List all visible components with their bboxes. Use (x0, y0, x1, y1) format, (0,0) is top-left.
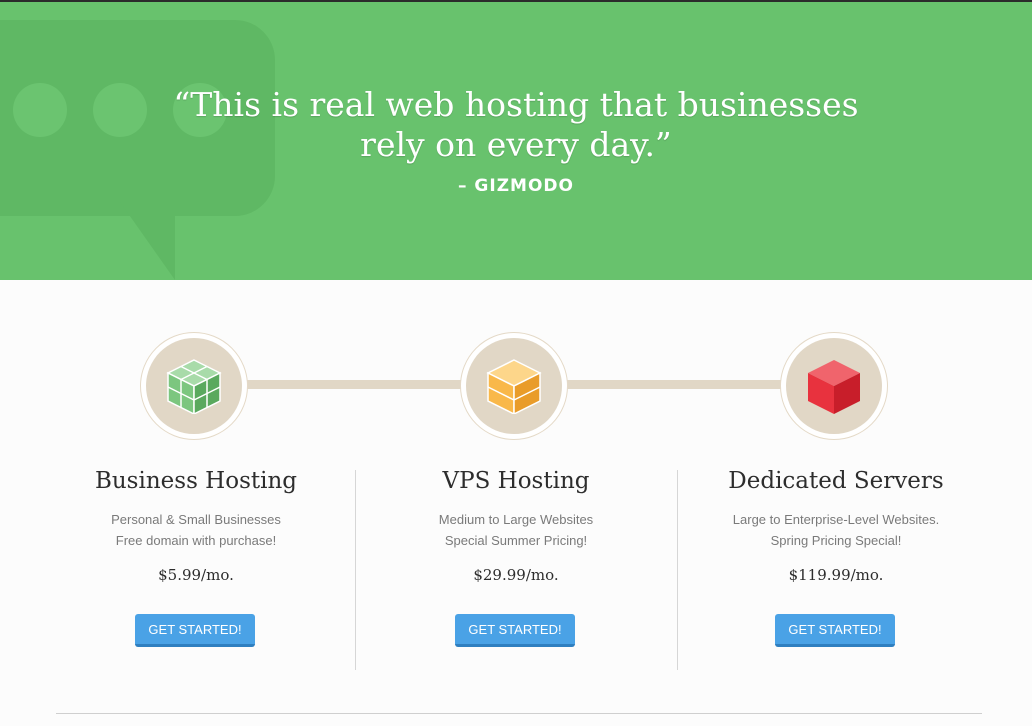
get-started-button[interactable]: GET STARTED! (775, 614, 895, 647)
plan-title: Business Hosting (94, 468, 298, 494)
hosting-plans: Business Hosting Personal & Small Busine… (0, 280, 1032, 726)
plan-desc-line: Special Summer Pricing! (444, 533, 588, 548)
plan-desc-line: Spring Pricing Special! (770, 533, 902, 548)
plan-desc-line: Large to Enterprise-Level Websites. (732, 512, 940, 527)
testimonial-quote: “This is real web hosting that businesse… (0, 85, 1032, 165)
plan-desc-line: Personal & Small Businesses (111, 512, 281, 527)
get-started-button[interactable]: GET STARTED! (135, 614, 255, 647)
quote-line-1: “This is real web hosting that businesse… (173, 85, 859, 124)
plan-price: $119.99/mo. (788, 566, 884, 584)
quote-line-2: rely on every day.” (360, 125, 672, 164)
plan-dedicated-servers: Dedicated Servers Large to Enterprise-Le… (675, 280, 997, 680)
plan-icon-badge (140, 332, 248, 440)
red-cube-icon (808, 360, 860, 414)
plan-icon-badge (460, 332, 568, 440)
testimonial-attribution: – GIZMODO (458, 176, 574, 196)
get-started-button[interactable]: GET STARTED! (455, 614, 575, 647)
plan-business-hosting: Business Hosting Personal & Small Busine… (35, 280, 357, 680)
green-cube-cluster-icon (166, 359, 222, 414)
plan-desc-line: Medium to Large Websites (438, 512, 594, 527)
plan-vps-hosting: VPS Hosting Medium to Large Websites Spe… (355, 280, 677, 680)
plan-description: Personal & Small Businesses Free domain … (35, 509, 357, 551)
plan-description: Medium to Large Websites Special Summer … (355, 509, 677, 551)
plan-price: $29.99/mo. (473, 566, 559, 584)
testimonial-banner: “This is real web hosting that businesse… (0, 2, 1032, 280)
plan-title: VPS Hosting (442, 468, 590, 494)
section-divider (56, 713, 982, 714)
plan-description: Large to Enterprise-Level Websites. Spri… (675, 509, 997, 551)
orange-cube-stack-icon (486, 359, 542, 414)
plan-icon-badge (780, 332, 888, 440)
plan-price: $5.99/mo. (158, 566, 234, 584)
plan-desc-line: Free domain with purchase! (115, 533, 277, 548)
plan-title: Dedicated Servers (728, 468, 944, 494)
